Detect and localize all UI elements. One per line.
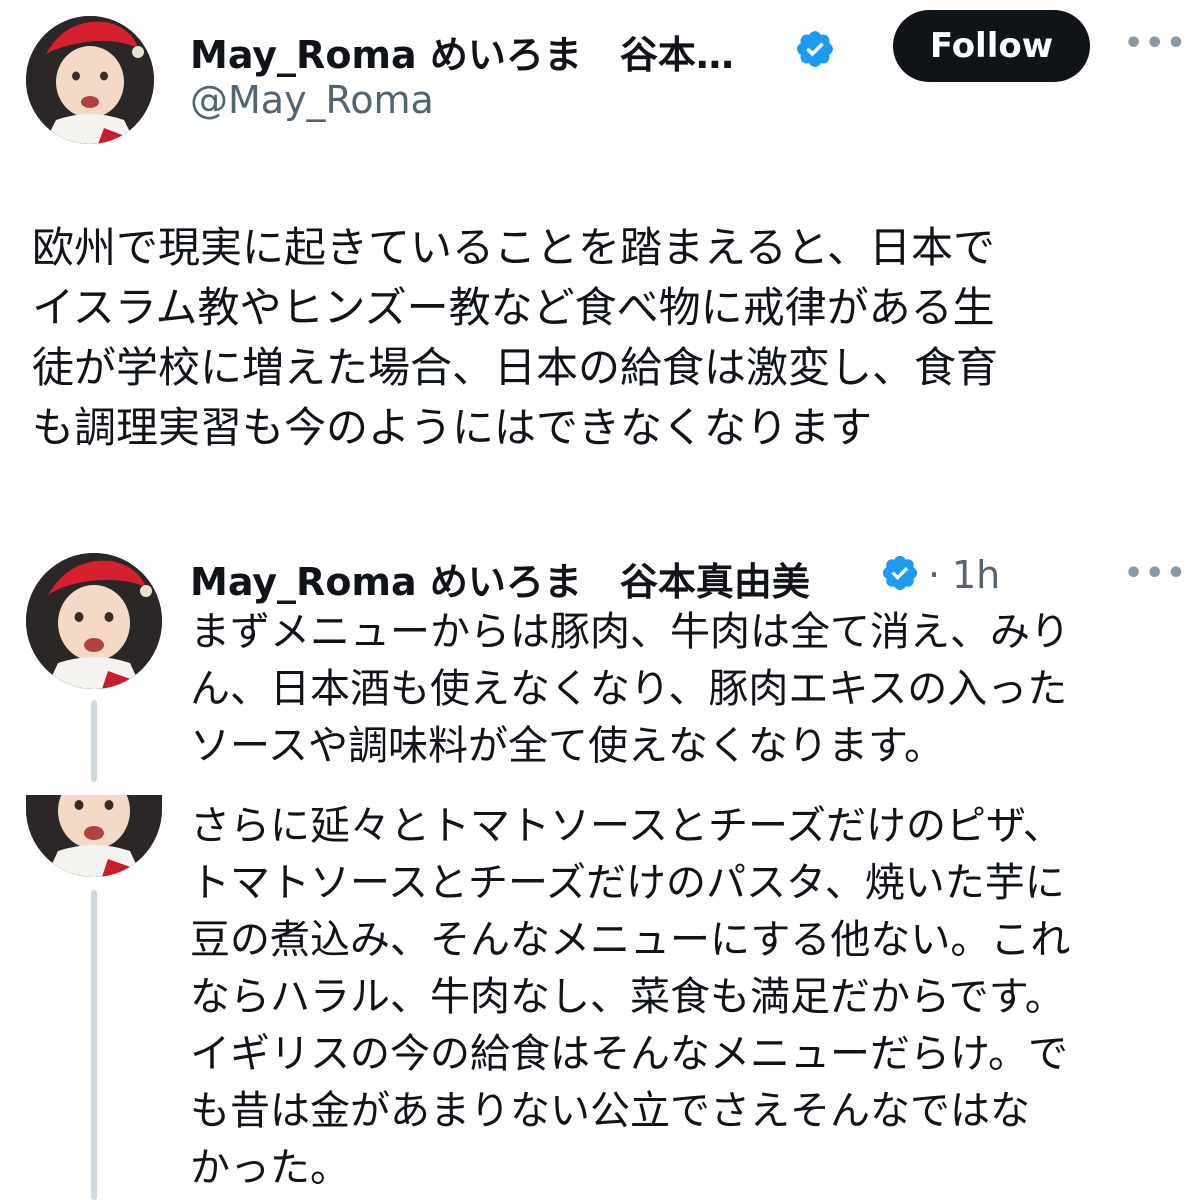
author-name[interactable]: May_Roma めいろま 谷本… [190,24,734,79]
more-horizontal-icon[interactable]: ••• [1124,26,1188,61]
verified-badge-icon [880,553,920,597]
more-horizontal-icon[interactable]: ••• [1124,556,1188,591]
tweet-text: 欧州で現実に起きていることを踏まえると、日本で イスラム教やヒンズー教など食べ物… [32,223,999,452]
reply-timestamp[interactable]: 1h [952,553,1000,597]
thread-line [91,700,97,782]
reply-text: まずメニューからは豚肉、牛肉は全て消え、みり ん、日本酒も使えなくなり、豚肉エキ… [190,609,1070,769]
separator-dot: · [928,553,941,597]
author-avatar[interactable] [26,16,154,144]
verified-badge-icon [794,28,836,74]
reply-author-name[interactable]: May_Roma めいろま 谷本真由美 [190,551,810,606]
thread-line [91,890,97,1200]
thread-text: さらに延々とトマトソースとチーズだけのピザ、 トマトソースとチーズだけのパスタ、… [190,803,1071,1191]
reply-author-avatar[interactable] [26,553,162,689]
follow-button[interactable]: Follow [893,10,1090,82]
thread-author-avatar[interactable] [26,795,162,877]
author-handle[interactable]: @May_Roma [190,78,434,122]
